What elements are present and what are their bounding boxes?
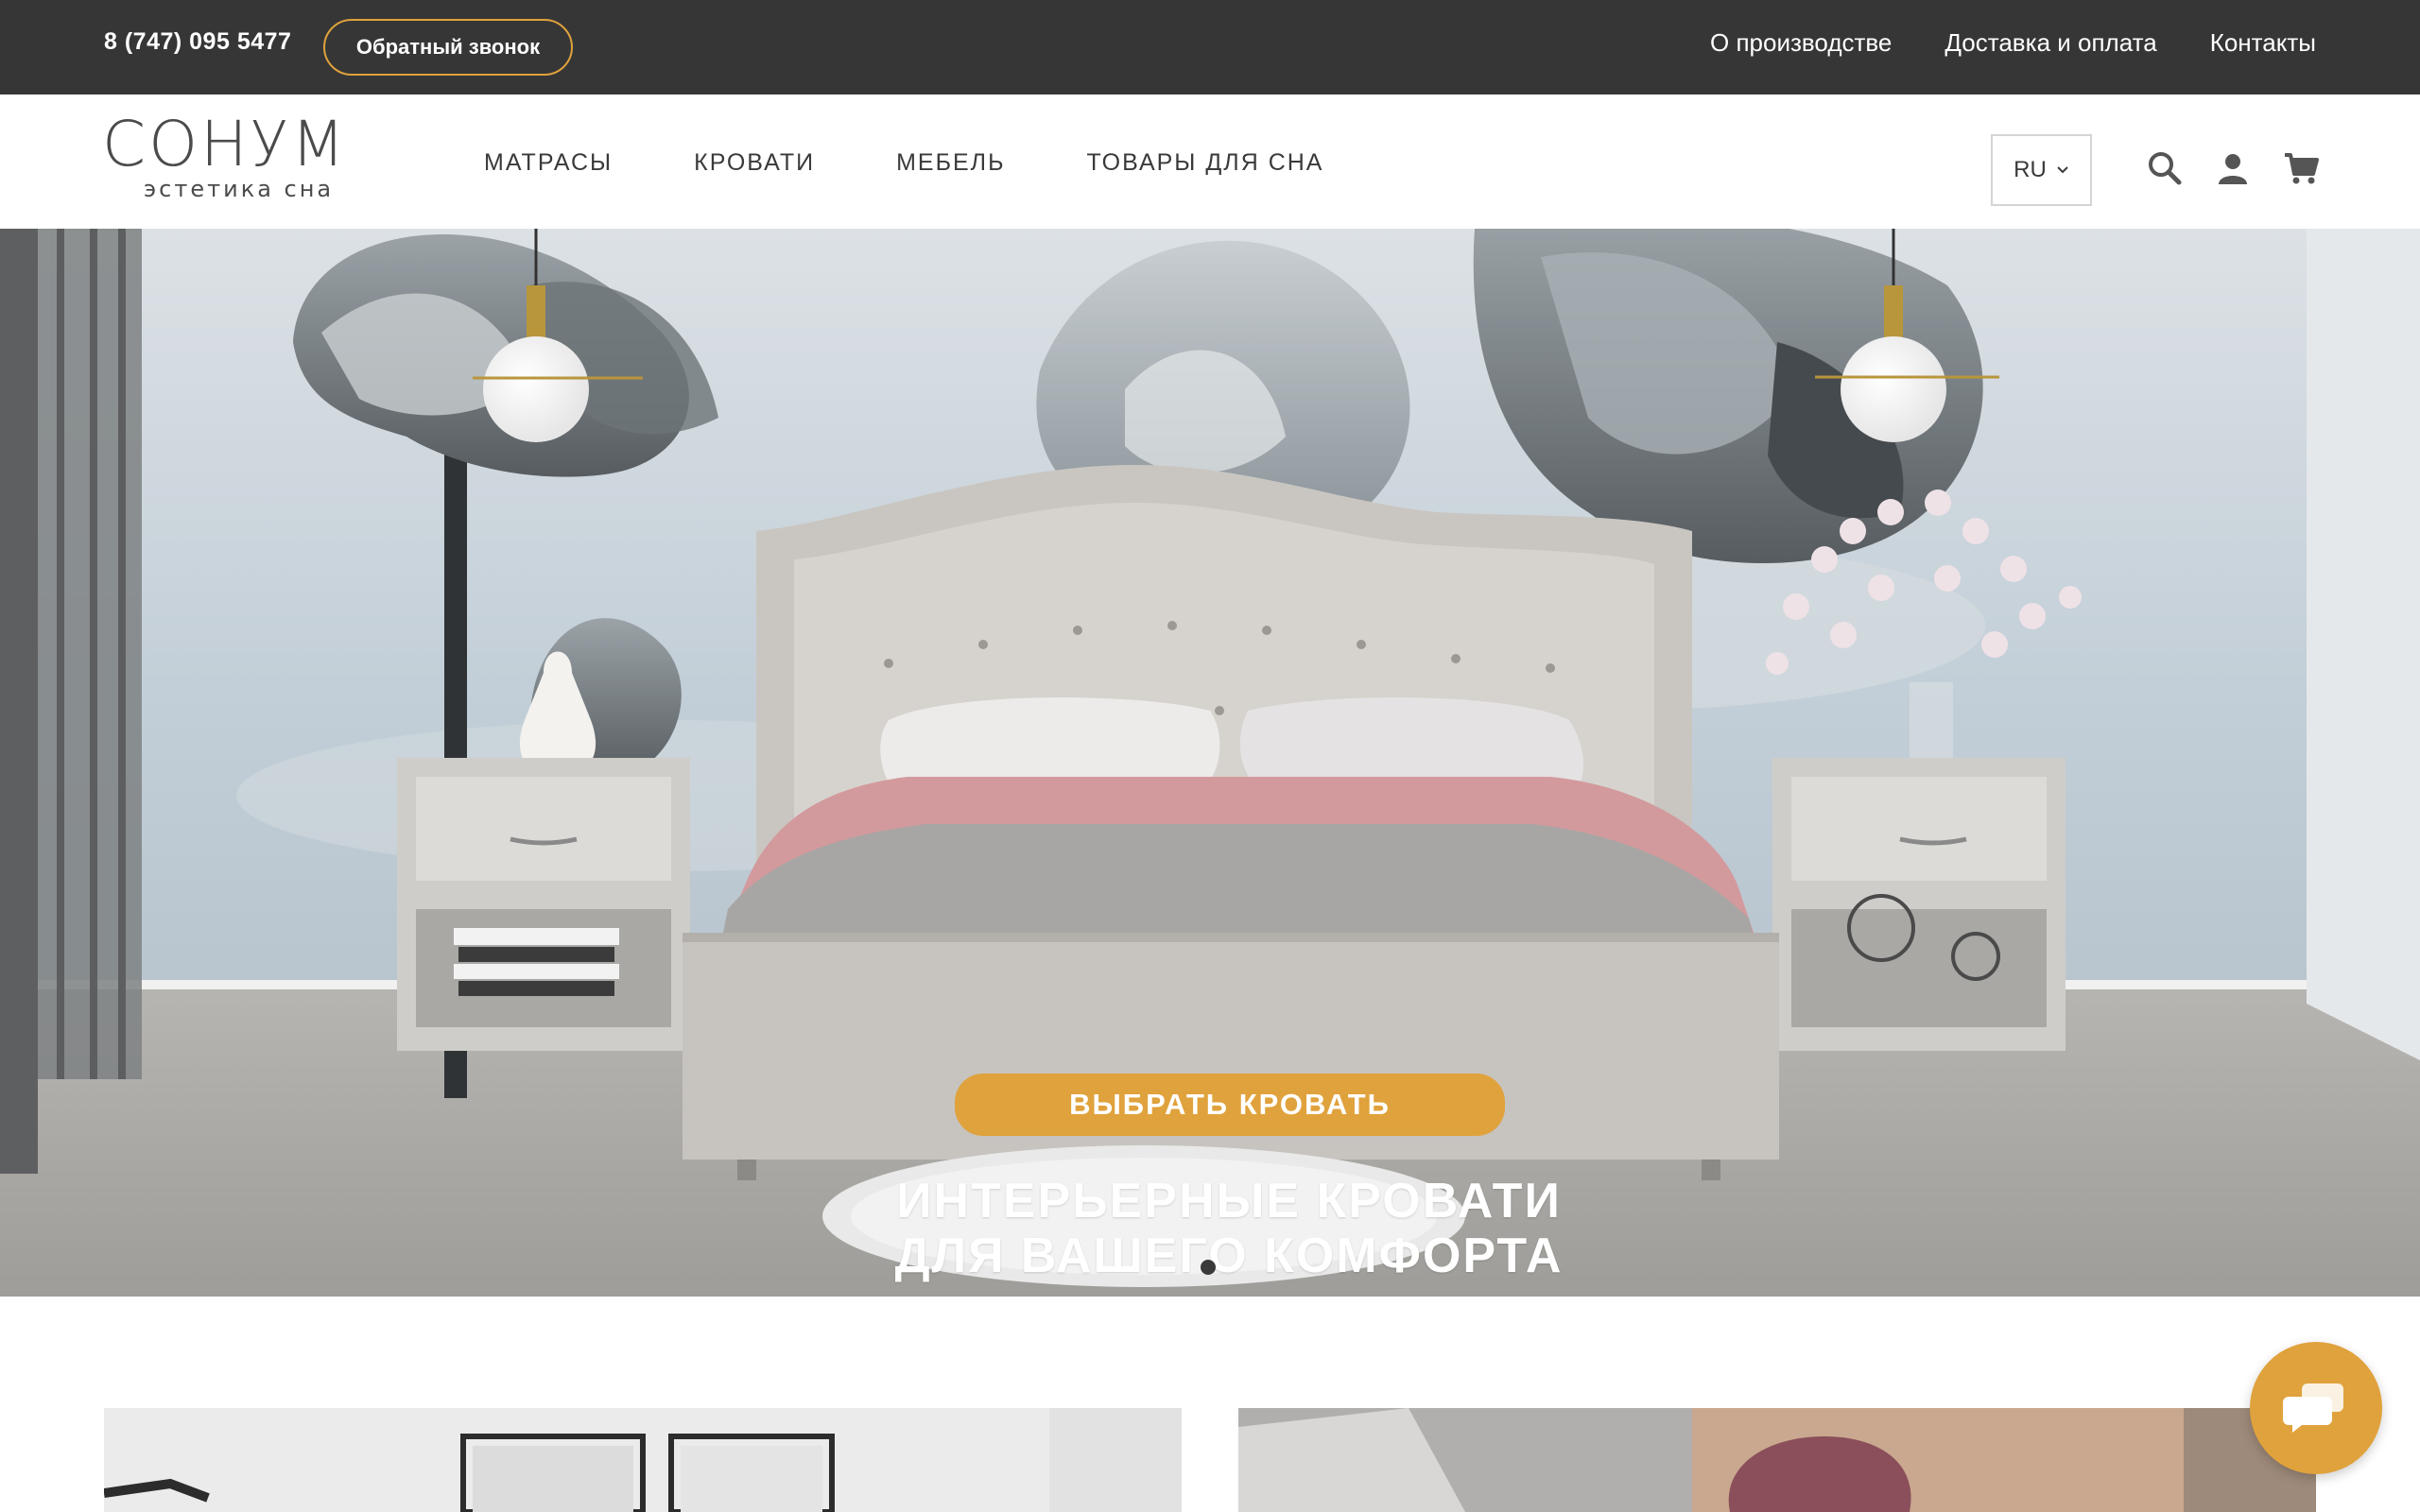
logo-text: СОНУМ — [102, 108, 348, 180]
top-bar: 8 (747) 095 5477 Обратный звонок О произ… — [0, 0, 2420, 94]
cart-icon[interactable] — [2282, 149, 2320, 187]
callback-button[interactable]: Обратный звонок — [323, 19, 573, 76]
user-icon[interactable] — [2214, 149, 2252, 187]
nav-item-sleep-goods[interactable]: ТОВАРЫ ДЛЯ СНА — [1087, 149, 1324, 177]
hero-title-line2: ДЛЯ ВАШЕГО КОМФОРТА — [894, 1228, 1564, 1283]
top-links: О производстве Доставка и оплата Контакт… — [1710, 28, 2316, 58]
nav-item-mattresses[interactable]: МАТРАСЫ — [484, 149, 613, 177]
phone-number[interactable]: 8 (747) 095 5477 — [104, 28, 291, 56]
top-link-contacts[interactable]: Контакты — [2210, 28, 2316, 58]
hero-title: ИНТЕРЬЕРНЫЕ КРОВАТИ ДЛЯ ВАШЕГО КОМФОРТА — [889, 1174, 1569, 1283]
top-link-delivery[interactable]: Доставка и оплата — [1945, 28, 2156, 58]
category-image-right — [1238, 1408, 2316, 1512]
category-image-left — [104, 1408, 1182, 1512]
main-header: СОНУМ эстетика сна МАТРАСЫ КРОВАТИ МЕБЕЛ… — [0, 94, 2420, 229]
chat-button[interactable] — [2250, 1342, 2382, 1474]
language-select[interactable]: RU — [1991, 134, 2092, 206]
top-link-production[interactable]: О производстве — [1710, 28, 1892, 58]
nav-item-beds[interactable]: КРОВАТИ — [694, 149, 815, 177]
category-card-right[interactable] — [1238, 1408, 2316, 1512]
chevron-down-icon — [2057, 166, 2068, 174]
choose-bed-button[interactable]: ВЫБРАТЬ КРОВАТЬ — [955, 1074, 1505, 1136]
hero-bedroom-image — [0, 229, 2420, 1297]
language-value: RU — [2014, 157, 2047, 182]
slider-dot[interactable] — [1201, 1260, 1216, 1275]
chat-icon — [2283, 1383, 2343, 1433]
hero-banner[interactable]: ИНТЕРЬЕРНЫЕ КРОВАТИ ДЛЯ ВАШЕГО КОМФОРТА — [0, 229, 2420, 1297]
category-card-left[interactable] — [104, 1408, 1182, 1512]
main-nav: МАТРАСЫ КРОВАТИ МЕБЕЛЬ ТОВАРЫ ДЛЯ СНА — [484, 149, 1324, 177]
logo[interactable]: СОНУМ эстетика сна — [102, 112, 376, 215]
search-icon[interactable] — [2146, 149, 2184, 187]
nav-item-furniture[interactable]: МЕБЕЛЬ — [896, 149, 1005, 177]
hero-title-line1: ИНТЕРЬЕРНЫЕ КРОВАТИ — [896, 1174, 1562, 1228]
